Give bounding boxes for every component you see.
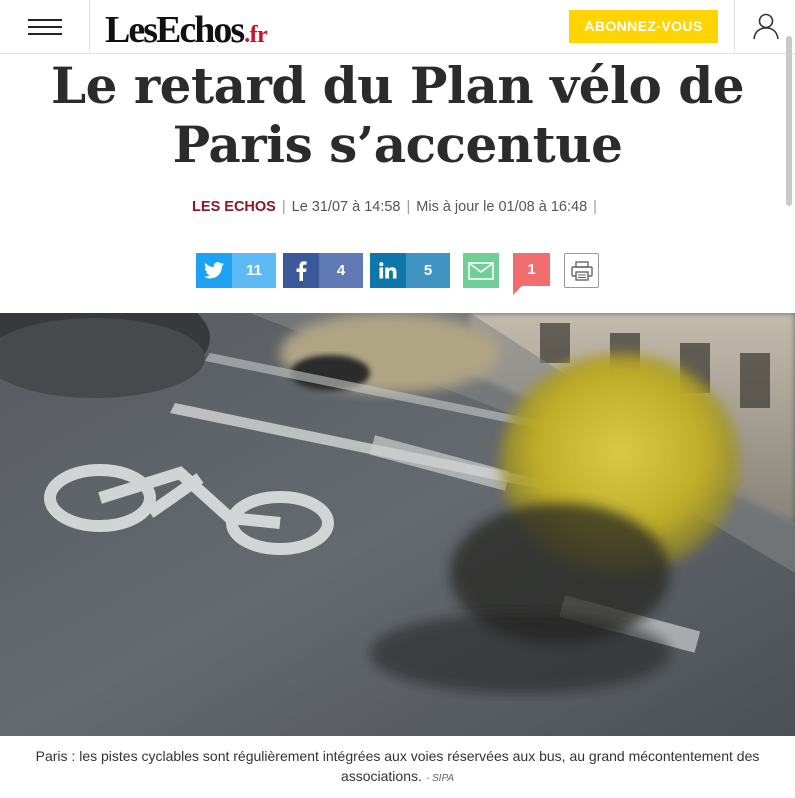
facebook-icon (283, 253, 319, 288)
photo-caption-text: Paris : les pistes cyclables sont réguli… (35, 748, 760, 784)
site-logo[interactable]: LesEchos.fr (105, 8, 268, 51)
article-title: Le retard du Plan vélo de Paris s’accent… (50, 56, 745, 174)
scrollbar-thumb[interactable] (786, 36, 792, 206)
linkedin-share-button[interactable]: 5 (370, 253, 450, 288)
linkedin-icon (370, 253, 406, 288)
article-byline: LES ECHOS | Le 31/07 à 14:58 | Mis à jour le… (0, 199, 795, 215)
print-icon (570, 260, 593, 281)
mail-icon (468, 261, 494, 280)
menu-button[interactable] (0, 0, 90, 53)
twitter-share-button[interactable]: 11 (196, 253, 276, 288)
site-header: LesEchos.fr ABONNEZ-VOUS (0, 0, 795, 54)
comments-count: 1 (527, 261, 536, 278)
email-share-button[interactable] (463, 253, 499, 288)
user-icon (753, 13, 779, 40)
facebook-share-button[interactable]: 4 (283, 253, 363, 288)
linkedin-share-count: 5 (406, 253, 450, 288)
photo-caption: Paris : les pistes cyclables sont réguli… (25, 746, 770, 789)
logo-tld-text: .fr (244, 22, 268, 48)
article-photo (0, 313, 795, 736)
photo-credit: - SIPA (425, 773, 455, 784)
byline-separator: | (281, 199, 286, 215)
menu-icon-bar-top (28, 19, 62, 21)
byline-separator: | (593, 199, 597, 215)
facebook-share-count: 4 (319, 253, 363, 288)
byline-separator: | (406, 199, 411, 215)
article-published-date: Le 31/07 à 14:58 (291, 199, 401, 215)
print-button[interactable] (564, 253, 599, 288)
subscribe-button[interactable]: ABONNEZ-VOUS (569, 10, 718, 43)
logo-main-text: LesEchos (105, 9, 245, 51)
twitter-icon (196, 253, 232, 288)
article-source-link[interactable]: LES ECHOS (192, 199, 276, 215)
article-updated-date: Mis à jour le 01/08 à 16:48 (416, 199, 588, 215)
menu-icon-bar-middle (28, 26, 62, 28)
cyclist-bike-lane-image (0, 313, 795, 736)
menu-icon-bar-bottom (28, 33, 62, 35)
comments-button[interactable]: 1 (513, 253, 550, 295)
twitter-share-count: 11 (232, 253, 276, 288)
